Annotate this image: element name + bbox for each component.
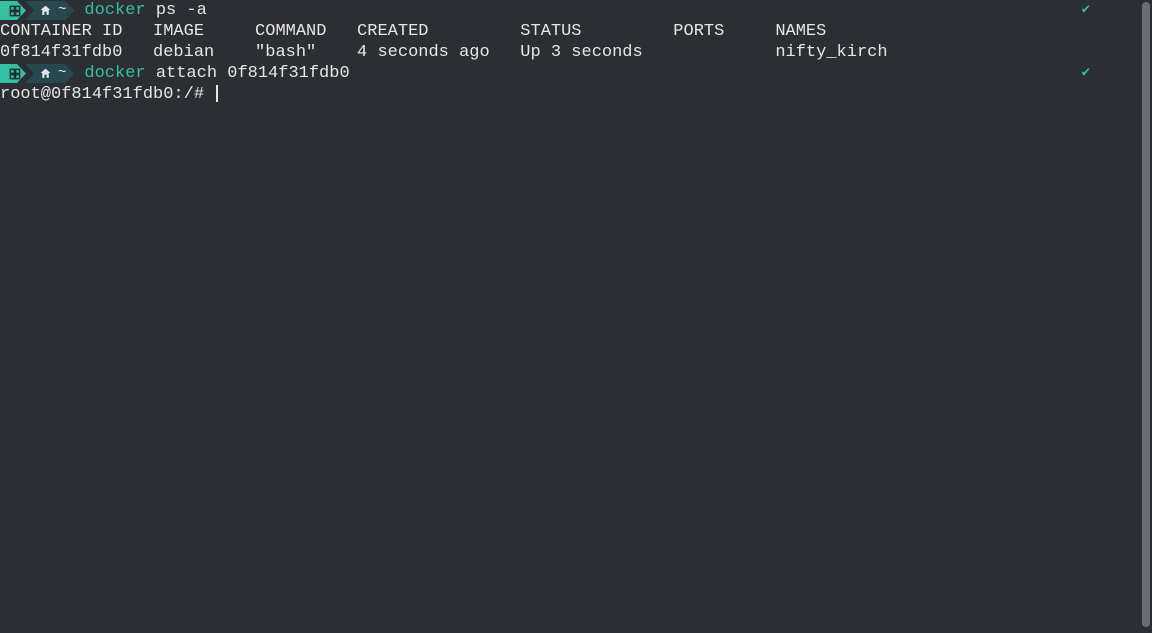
prompt-tilde: ~ — [58, 2, 66, 20]
distro-badge-icon — [0, 64, 26, 83]
scrollbar-thumb[interactable] — [1142, 2, 1150, 627]
terminal-output[interactable]: ~ docker ps -a ✔ CONTAINER ID IMAGE COMM… — [0, 0, 1138, 105]
success-check-icon: ✔ — [1082, 2, 1090, 20]
distro-badge-icon — [0, 1, 26, 20]
prompt-line-1: ~ docker ps -a ✔ — [0, 0, 1138, 21]
table-row: 0f814f31fdb0 debian "bash" 4 seconds ago… — [0, 42, 1138, 63]
prompt-path-segment: ~ — [25, 1, 74, 20]
home-icon — [39, 4, 52, 17]
home-icon — [39, 67, 52, 80]
command-text-2: docker attach 0f814f31fdb0 — [84, 63, 349, 84]
success-check-icon: ✔ — [1082, 65, 1090, 83]
container-shell-prompt: root@0f814f31fdb0:/# — [0, 84, 1138, 105]
scrollbar[interactable] — [1142, 2, 1150, 627]
cursor — [216, 85, 218, 102]
prompt-tilde: ~ — [58, 65, 66, 83]
prompt-line-2: ~ docker attach 0f814f31fdb0 ✔ — [0, 63, 1138, 84]
prompt-path-segment: ~ — [25, 64, 74, 83]
table-header-row: CONTAINER ID IMAGE COMMAND CREATED STATU… — [0, 21, 1138, 42]
command-text-1: docker ps -a — [84, 0, 206, 21]
